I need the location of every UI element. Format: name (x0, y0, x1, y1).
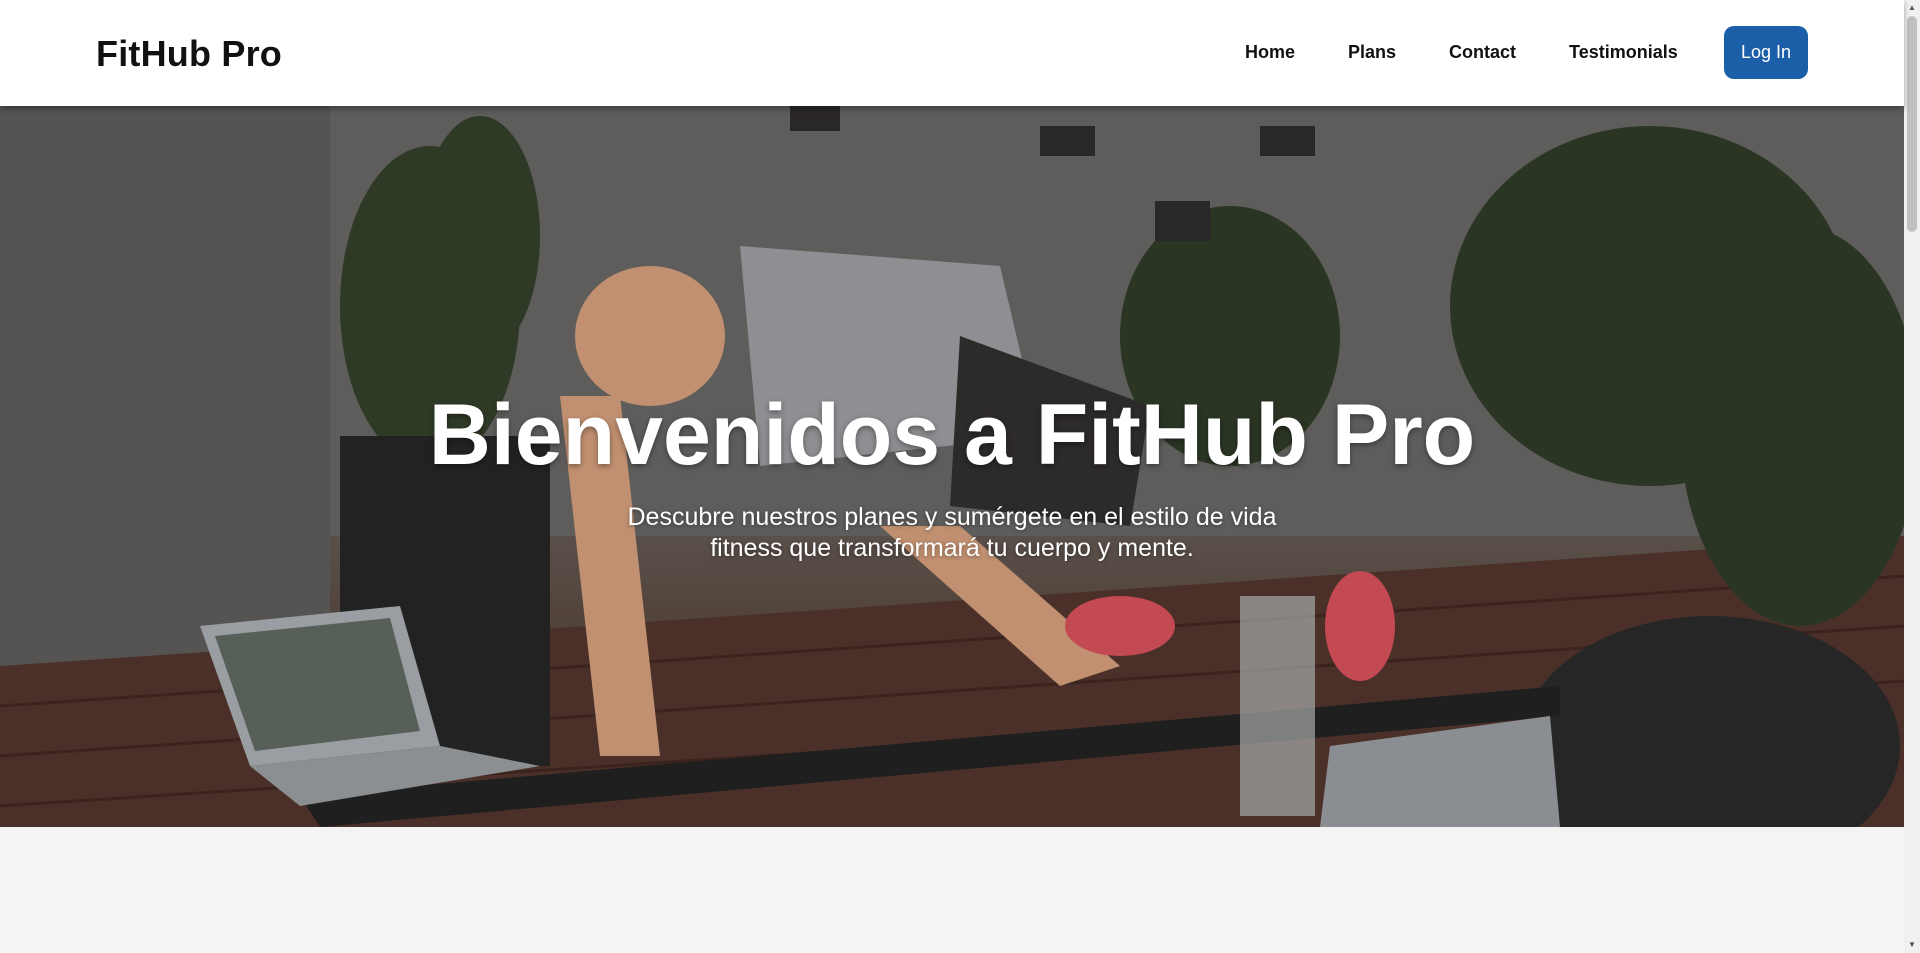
vertical-scrollbar[interactable]: ▲ ▼ (1904, 0, 1920, 953)
nav-link-home[interactable]: Home (1245, 41, 1295, 63)
triangle-down-icon[interactable]: ▼ (1904, 937, 1920, 953)
triangle-up-icon[interactable]: ▲ (1904, 0, 1920, 16)
hero-section: Bienvenidos a FitHub Pro Descubre nuestr… (0, 106, 1904, 827)
brand-logo[interactable]: FitHub Pro (96, 33, 282, 75)
login-button[interactable]: Log In (1724, 26, 1808, 79)
hero-subtitle: Descubre nuestros planes y sumérgete en … (627, 503, 1277, 562)
navbar: FitHub Pro Home Plans Contact Testimonia… (0, 0, 1904, 106)
nav-link-contact[interactable]: Contact (1449, 41, 1516, 63)
content-section (0, 827, 1904, 953)
nav-link-testimonials[interactable]: Testimonials (1569, 41, 1678, 63)
hero-title: Bienvenidos a FitHub Pro (428, 387, 1476, 483)
scroll-thumb[interactable] (1907, 16, 1917, 232)
nav-links: Home Plans Contact Testimonials (1245, 41, 1678, 63)
nav-link-plans[interactable]: Plans (1348, 41, 1396, 63)
